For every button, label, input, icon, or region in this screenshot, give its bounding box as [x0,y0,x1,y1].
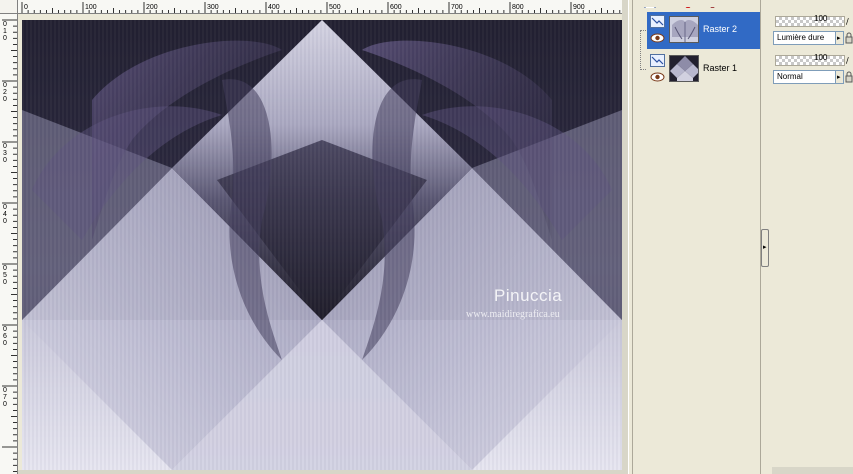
eye-icon[interactable] [650,33,665,43]
ruler-label: 0 [3,218,7,225]
layers-palette: Raster 2 Raster 1 ▸ 100 ∕ Lumière dure ▸… [633,0,853,474]
ruler-label: 0 [3,326,7,333]
ruler-label: 200 [146,4,158,11]
new-layer-icon[interactable] [644,0,656,8]
layer-name[interactable]: Raster 2 [703,24,737,34]
ruler-label: 6 [3,333,7,340]
ruler-corner [0,0,18,14]
tree-connector [640,69,646,71]
layer-properties-raster-1: 100 ∕ Normal ▸ [772,53,853,89]
ruler-horizontal: 0 100 200 300 400 500 600 700 800 900 [18,0,622,14]
ruler-label: 700 [451,4,463,11]
lock-icon[interactable] [845,71,853,83]
expand-arrow-icon: ▸ [763,243,767,251]
opacity-slider[interactable] [775,55,845,66]
ruler-label: 2 [3,89,7,96]
opacity-slider[interactable] [775,16,845,27]
blend-mode-dropdown-arrow[interactable]: ▸ [835,31,844,45]
horizontal-scrollbar[interactable] [18,470,622,474]
layer-row-raster-1[interactable]: Raster 1 [647,51,760,88]
watermark-name: Pinuccia [494,286,563,305]
ruler-label: 0 [3,204,7,211]
opacity-value: 100 [814,53,828,62]
ruler-label: 0 [3,340,7,347]
ruler-label: 0 [3,21,7,28]
canvas-pane: 0 100 200 300 400 500 600 700 800 900 01002003004… [0,0,628,474]
eye-icon[interactable] [650,72,665,82]
ruler-label: 1 [3,28,7,35]
blend-mode-select[interactable]: Normal [773,70,843,84]
ruler-label: 0 [3,157,7,164]
raster-layer-icon [650,15,665,28]
ruler-label: 0 [3,82,7,89]
ruler-label: 900 [573,4,585,11]
ruler-label: 0 [3,401,7,408]
chevron-right-icon: ▸ [837,73,841,81]
ruler-label: 0 [3,265,7,272]
image-canvas[interactable] [22,20,622,470]
layer-row-raster-2[interactable]: Raster 2 [647,12,760,49]
ruler-label: 100 [85,4,97,11]
ruler-label: 3 [3,150,7,157]
ruler-label: 5 [3,272,7,279]
layers-toolbar [633,0,761,8]
tree-connector [640,30,642,70]
link-icon[interactable]: ∕ [846,56,849,65]
ruler-label: 0 [24,4,28,11]
edit-icon[interactable] [709,2,718,8]
opacity-value: 100 [814,14,828,23]
ruler-label: 500 [329,4,341,11]
ruler-label: 0 [3,143,7,150]
ruler-label: 300 [207,4,219,11]
lock-icon[interactable] [845,32,853,44]
blend-mode-value: Normal [777,72,803,81]
panel-collapse-button[interactable]: ▸ [761,229,769,267]
blend-mode-select[interactable]: Lumière dure [773,31,843,45]
ruler-label: 800 [512,4,524,11]
blend-mode-dropdown-arrow[interactable]: ▸ [835,70,844,84]
layer-name[interactable]: Raster 1 [703,63,737,73]
ruler-label: 7 [3,394,7,401]
ruler-label: 400 [268,4,280,11]
tree-connector [640,30,646,32]
ruler-vertical: 010020030040050060070 [0,14,18,474]
ruler-label: 0 [3,387,7,394]
watermark-url: www.maidiregrafica.eu [466,309,560,320]
ruler-label: 0 [3,35,7,42]
layer-properties-raster-2: 100 ∕ Lumière dure ▸ [772,14,853,50]
layers-list: Raster 2 Raster 1 [633,0,761,474]
ruler-label: 600 [390,4,402,11]
ruler-label: 0 [3,96,7,103]
ruler-label: 4 [3,211,7,218]
ruler-label: 0 [3,279,7,286]
layer-thumbnail [669,16,699,43]
link-icon[interactable]: ∕ [846,17,849,26]
properties-scrollbar[interactable] [772,467,853,474]
layer-thumbnail [669,55,699,82]
chevron-right-icon: ▸ [837,34,841,42]
raster-layer-icon [650,54,665,67]
delete-icon[interactable] [684,4,692,8]
blend-mode-value: Lumière dure [777,33,825,42]
